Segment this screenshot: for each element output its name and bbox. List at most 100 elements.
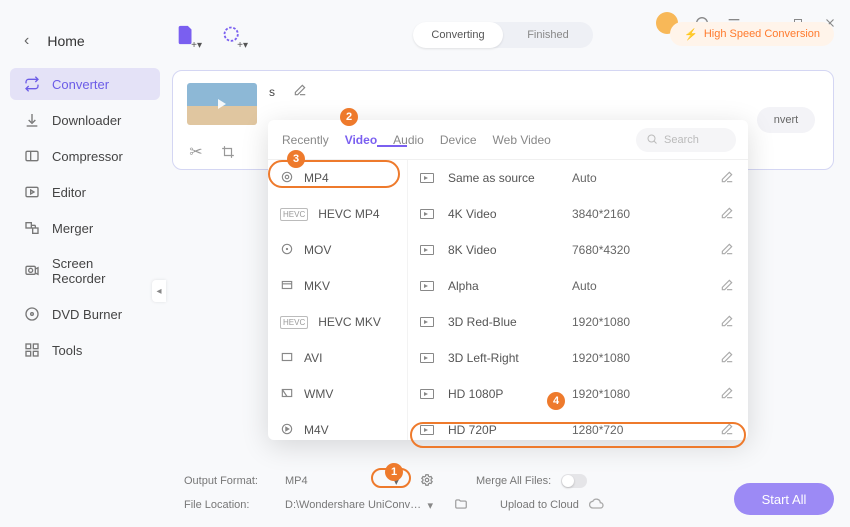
resolution-list: Same as sourceAuto 4K Video3840*2160 8K … [408,160,748,440]
video-file-icon [420,245,434,255]
merge-label: Merge All Files: [476,475,551,487]
tab-video[interactable]: Video [345,133,377,147]
edit-preset-icon[interactable] [720,422,734,439]
res-same-as-source[interactable]: Same as sourceAuto [408,160,748,196]
format-hevc-mkv[interactable]: HEVCHEVC MKV [268,304,407,340]
format-search[interactable]: Search [636,128,736,152]
convert-button[interactable]: nvert [757,107,815,133]
annotation-badge-1: 1 [385,463,403,481]
sidebar-item-screen-recorder[interactable]: Screen Recorder [10,248,160,294]
hevc-icon: HEVC [280,316,308,329]
res-3d-left-right[interactable]: 3D Left-Right1920*1080 [408,340,748,376]
sidebar-item-editor[interactable]: Editor [10,176,160,208]
annotation-badge-2: 2 [340,108,358,126]
chevron-down-icon: ▾ [427,499,433,512]
hsc-label: High Speed Conversion [704,28,820,40]
video-thumbnail[interactable] [187,83,257,125]
tab-finished[interactable]: Finished [503,22,593,48]
format-mkv[interactable]: MKV [268,268,407,304]
upload-cloud-label: Upload to Cloud [500,499,579,511]
merger-icon [24,220,40,236]
format-hevc-mp4[interactable]: HEVCHEVC MP4 [268,196,407,232]
status-segment: Converting Finished [413,22,593,48]
sidebar-label: Converter [52,77,109,92]
res-hd-720p[interactable]: HD 720P1280*720 [408,412,748,440]
sidebar-label: DVD Burner [52,307,122,322]
tab-converting[interactable]: Converting [413,22,503,48]
edit-preset-icon[interactable] [720,386,734,403]
start-all-button[interactable]: Start All [734,483,834,515]
sidebar-label: Editor [52,185,86,200]
tab-recently[interactable]: Recently [282,133,329,147]
video-file-icon [420,317,434,327]
res-3d-red-blue[interactable]: 3D Red-Blue1920*1080 [408,304,748,340]
trim-icon[interactable]: ✂ [187,143,205,161]
sidebar-label: Tools [52,343,82,358]
file-location-value: D:\Wondershare UniConverter 1 [285,499,421,511]
file-location-select[interactable]: D:\Wondershare UniConverter 1 ▾ [274,496,444,515]
format-popup: Recently Video Audio Device Web Video Se… [268,120,748,440]
compress-icon [24,148,40,164]
tab-web-video[interactable]: Web Video [493,133,551,147]
res-4k[interactable]: 4K Video3840*2160 [408,196,748,232]
rename-icon[interactable] [293,83,307,102]
sidebar-item-dvd-burner[interactable]: DVD Burner [10,298,160,330]
format-list: MP4 HEVCHEVC MP4 MOV MKV HEVCHEVC MKV AV… [268,160,408,440]
popup-tabs: Recently Video Audio Device Web Video Se… [268,120,748,160]
edit-preset-icon[interactable] [720,242,734,259]
res-alpha[interactable]: AlphaAuto [408,268,748,304]
edit-preset-icon[interactable] [720,314,734,331]
sidebar-item-merger[interactable]: Merger [10,212,160,244]
format-wmv[interactable]: WMV [268,376,407,412]
merge-toggle[interactable] [561,474,587,488]
converter-icon [24,76,40,92]
mov-icon [280,242,294,259]
hevc-icon: HEVC [280,208,308,221]
format-avi[interactable]: AVI [268,340,407,376]
format-m4v[interactable]: M4V [268,412,407,440]
annotation-badge-4: 4 [547,392,565,410]
mkv-icon [280,278,294,295]
cloud-icon[interactable] [589,496,605,515]
edit-preset-icon[interactable] [720,170,734,187]
sidebar-collapse-toggle[interactable]: ◂ [152,280,166,302]
video-file-icon [420,173,434,183]
add-file-button[interactable]: +▾ [172,21,200,49]
high-speed-badge[interactable]: ⚡ High Speed Conversion [670,22,834,46]
sidebar: Converter Downloader Compressor Editor M… [10,68,160,370]
editor-icon [24,184,40,200]
sidebar-item-downloader[interactable]: Downloader [10,104,160,136]
sidebar-item-converter[interactable]: Converter [10,68,160,100]
avi-icon [280,350,294,367]
home-label[interactable]: Home [47,33,84,49]
edit-preset-icon[interactable] [720,278,734,295]
output-format-label: Output Format: [184,475,264,487]
download-icon [24,112,40,128]
breadcrumb: ‹ Home [24,32,85,50]
edit-preset-icon[interactable] [720,206,734,223]
output-settings-icon[interactable] [420,473,434,490]
sidebar-label: Screen Recorder [52,256,146,286]
format-mov[interactable]: MOV [268,232,407,268]
back-button[interactable]: ‹ [24,32,29,50]
tab-device[interactable]: Device [440,133,477,147]
sidebar-label: Downloader [52,113,121,128]
sidebar-label: Compressor [52,149,123,164]
res-hd-1080p[interactable]: HD 1080P1920*1080 [408,376,748,412]
res-8k[interactable]: 8K Video7680*4320 [408,232,748,268]
sidebar-item-compressor[interactable]: Compressor [10,140,160,172]
file-location-label: File Location: [184,499,264,511]
crop-icon[interactable] [219,143,237,161]
card-tools: ✂ [187,143,237,161]
dvd-icon [24,306,40,322]
add-url-button[interactable]: +▾ [218,21,246,49]
edit-preset-icon[interactable] [720,350,734,367]
video-file-icon [420,425,434,435]
sidebar-item-tools[interactable]: Tools [10,334,160,366]
video-file-icon [420,209,434,219]
open-folder-icon[interactable] [454,497,468,514]
target-icon [280,170,294,187]
video-file-icon [420,389,434,399]
search-placeholder: Search [664,134,699,146]
lightning-icon: ⚡ [684,28,698,41]
